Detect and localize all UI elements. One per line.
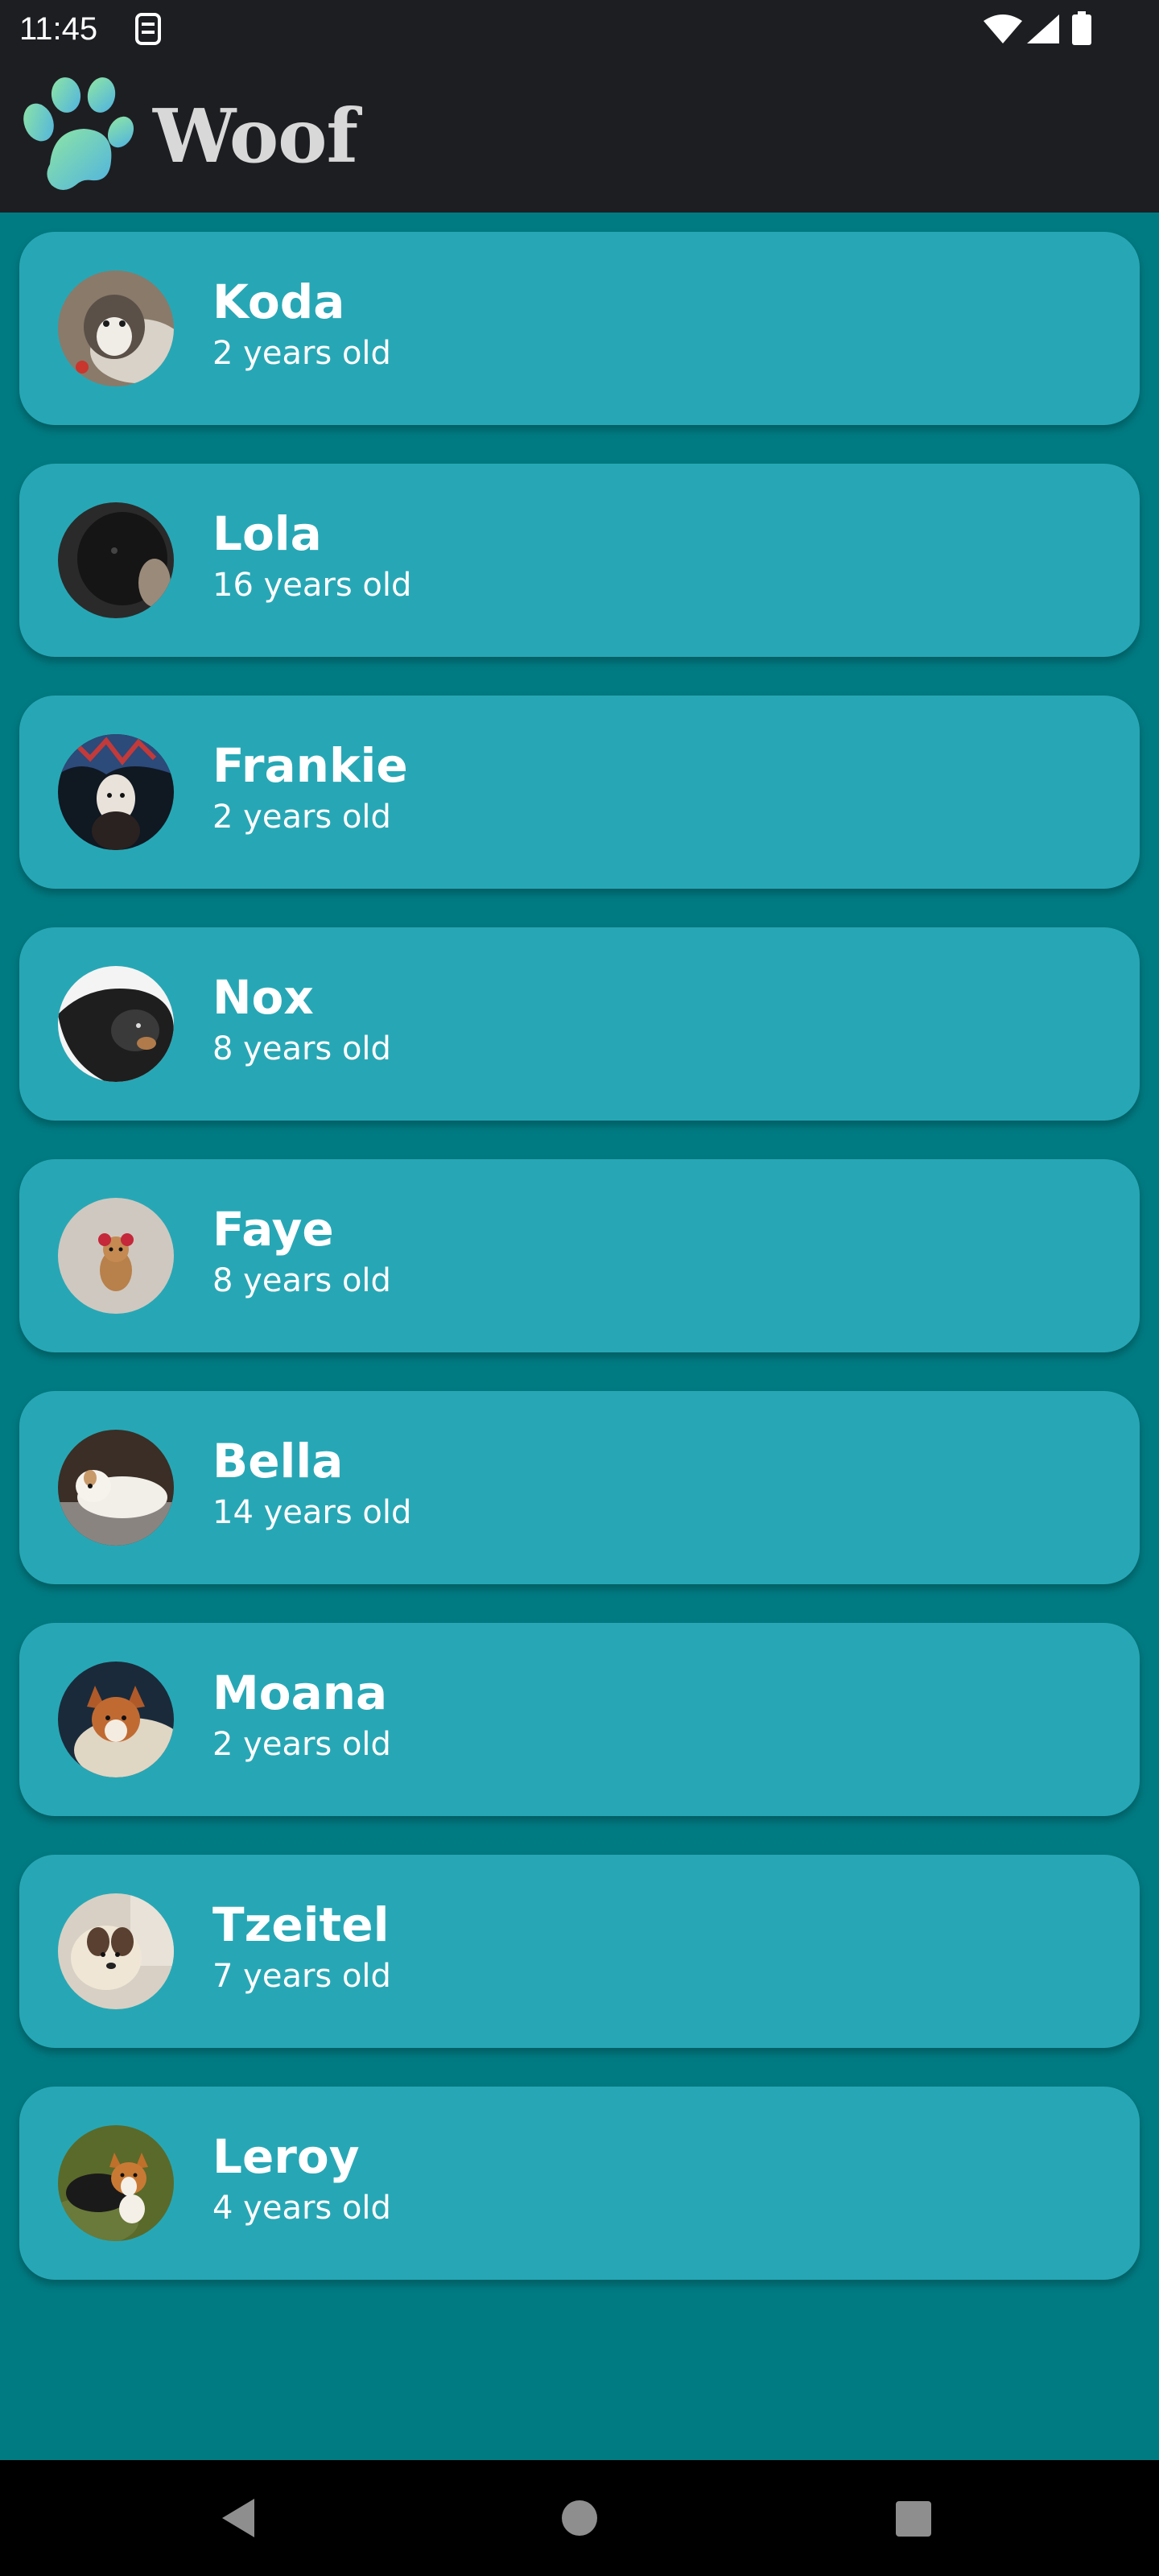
signal-icon [1025, 13, 1061, 45]
dog-photo [58, 502, 174, 618]
dog-name: Lola [212, 506, 322, 561]
dog-card[interactable]: Lola 16 years old [19, 464, 1140, 657]
dog-age: 7 years old [212, 1958, 391, 1995]
dog-name: Leroy [212, 2129, 360, 2184]
dog-name: Moana [212, 1666, 388, 1720]
sim-card-icon [134, 13, 163, 45]
dog-name: Nox [212, 970, 314, 1025]
dog-card[interactable]: Faye 8 years old [19, 1159, 1140, 1352]
dog-name: Bella [212, 1434, 344, 1488]
app-bar: Woof [0, 58, 1159, 213]
dog-photo [58, 270, 174, 386]
dog-card[interactable]: Moana 2 years old [19, 1623, 1140, 1816]
dog-card[interactable]: Tzeitel 7 years old [19, 1855, 1140, 2048]
dog-name: Faye [212, 1202, 334, 1257]
dog-age: 2 years old [212, 799, 391, 836]
status-bar: 11:45 [0, 0, 1159, 58]
dog-photo [58, 1430, 174, 1546]
dog-age: 2 years old [212, 1726, 391, 1763]
dog-name: Tzeitel [212, 1897, 390, 1952]
dog-name: Frankie [212, 738, 408, 793]
dog-age: 16 years old [212, 567, 412, 604]
app-title: Woof [153, 93, 358, 180]
dog-age: 2 years old [212, 335, 391, 372]
wifi-icon [982, 13, 1024, 45]
dog-age: 14 years old [212, 1494, 412, 1531]
dog-name: Koda [212, 275, 345, 329]
home-icon[interactable] [560, 2496, 599, 2541]
dog-photo [58, 1198, 174, 1314]
dog-photo [58, 966, 174, 1082]
dog-age: 8 years old [212, 1262, 391, 1299]
dog-card[interactable]: Nox 8 years old [19, 927, 1140, 1121]
battery-icon [1070, 11, 1093, 47]
dog-age: 4 years old [212, 2190, 391, 2227]
dog-photo [58, 1893, 174, 2009]
paw-icon [21, 77, 134, 195]
navigation-bar [0, 2460, 1159, 2576]
back-icon[interactable] [217, 2496, 262, 2541]
dog-card[interactable]: Koda 2 years old [19, 232, 1140, 425]
recents-icon[interactable] [895, 2500, 932, 2537]
dog-card[interactable]: Leroy 4 years old [19, 2087, 1140, 2280]
status-time: 11:45 [19, 11, 98, 47]
dog-card[interactable]: Bella 14 years old [19, 1391, 1140, 1584]
dog-card[interactable]: Frankie 2 years old [19, 696, 1140, 889]
dog-age: 8 years old [212, 1030, 391, 1067]
dog-photo [58, 734, 174, 850]
dog-photo [58, 1662, 174, 1777]
dog-photo [58, 2125, 174, 2241]
